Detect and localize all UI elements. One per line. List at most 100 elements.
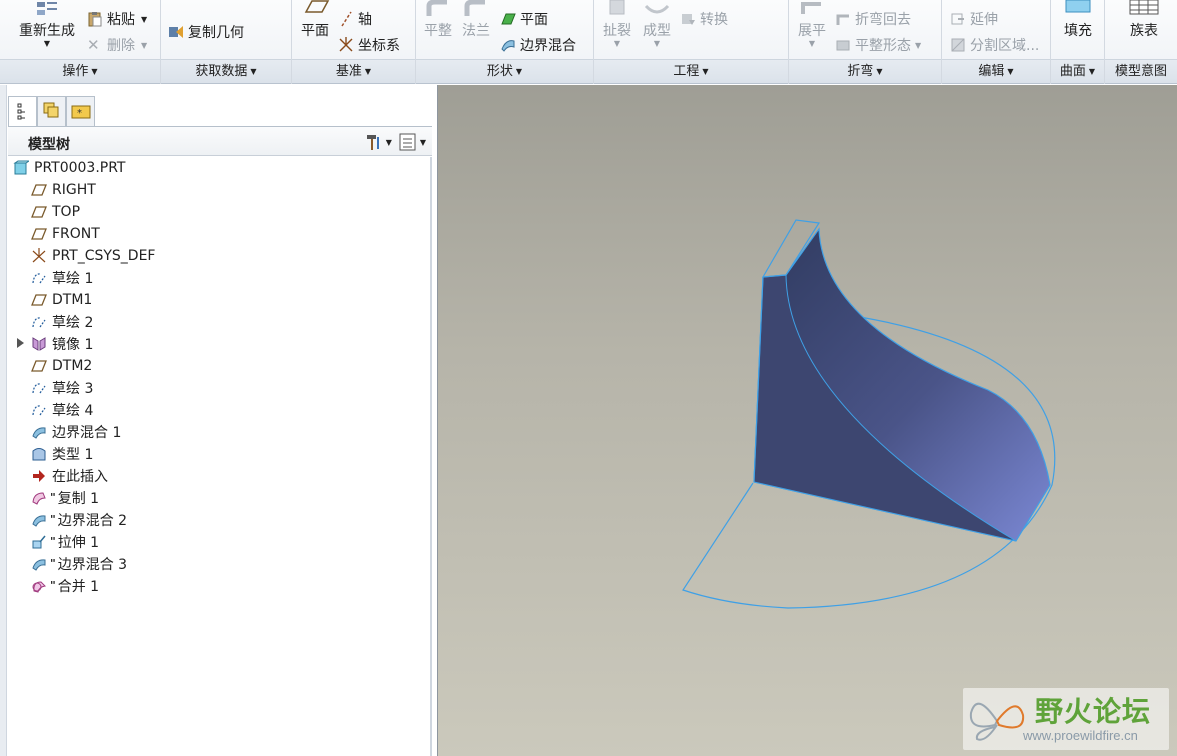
graphics-viewport[interactable]: 野火论坛 www.proewildfire.cn xyxy=(437,85,1177,756)
paste-button[interactable]: 粘贴 ▼ xyxy=(87,9,147,29)
group-label-engineering[interactable]: 工程 ▼ xyxy=(594,59,788,83)
group-operations: 重新生成 ▼ 粘贴 ▼ ✕ 删除 ▼ 操作 ▼ xyxy=(0,0,161,84)
tree-item[interactable]: " 拉伸 1 xyxy=(8,531,430,553)
tree-item[interactable]: 草绘 3 xyxy=(8,377,430,399)
tree-item[interactable]: " 合并 1 xyxy=(8,575,430,597)
tree-item[interactable]: " 边界混合 2 xyxy=(8,509,430,531)
paste-label: 粘贴 xyxy=(107,12,135,28)
tree-item[interactable]: FRONT xyxy=(8,223,430,245)
rip-button[interactable]: 扯裂 ▼ xyxy=(598,0,636,48)
tree-item[interactable]: DTM1 xyxy=(8,289,430,311)
group-engineering: 扯裂 ▼ 成型 ▼ 转换 工程 ▼ xyxy=(594,0,789,84)
regenerate-icon xyxy=(33,0,61,20)
tree-item[interactable]: 边界混合 1 xyxy=(8,421,430,443)
copy-geometry-button[interactable]: 复制几何 xyxy=(168,22,244,42)
family-table-icon xyxy=(1119,0,1169,20)
group-label-bend[interactable]: 折弯 ▼ xyxy=(789,59,941,83)
model-tree: PRT0003.PRT RIGHT TOP FRONT PRT_CSYS_DEF 草绘 1… xyxy=(8,157,430,597)
tree-item[interactable]: " 复制 1 xyxy=(8,487,430,509)
group-label-shapes[interactable]: 形状 ▼ xyxy=(416,59,593,83)
tree-item[interactable]: " 边界混合 3 xyxy=(8,553,430,575)
bend-back-button[interactable]: 折弯回去 xyxy=(835,9,911,29)
tree-item-label: 在此插入 xyxy=(52,469,108,485)
boundary-blend-button[interactable]: 边界混合 xyxy=(500,35,576,55)
bend-back-icon xyxy=(835,11,851,27)
chevron-down-icon: ▼ xyxy=(915,40,922,50)
regenerate-button[interactable]: 重新生成 ▼ xyxy=(12,0,82,48)
group-label-operations[interactable]: 操作 ▼ xyxy=(0,59,160,83)
tree-item[interactable]: 在此插入 xyxy=(8,465,430,487)
tree-item-label: 草绘 3 xyxy=(52,381,94,397)
group-label-edit[interactable]: 编辑 ▼ xyxy=(942,59,1050,83)
tab-layers[interactable] xyxy=(37,96,66,126)
shape-plane-button[interactable]: 平面 xyxy=(500,9,548,29)
flatten-form-icon xyxy=(835,37,851,53)
item-flag: " xyxy=(50,557,56,570)
panel-splitter[interactable] xyxy=(430,157,432,756)
tree-show-button[interactable] xyxy=(398,132,418,152)
group-surface: 填充 曲面 ▼ xyxy=(1051,0,1105,84)
group-label-surface[interactable]: 曲面 ▼ xyxy=(1051,59,1104,83)
chevron-down-icon[interactable]: ▼ xyxy=(420,138,426,147)
flat-wall-icon xyxy=(420,0,456,20)
tree-item[interactable]: TOP xyxy=(8,201,430,223)
extend-button[interactable]: 延伸 xyxy=(950,9,998,29)
tree-item[interactable]: RIGHT xyxy=(8,179,430,201)
bend-back-label: 折弯回去 xyxy=(855,12,911,28)
split-area-icon xyxy=(950,37,966,53)
convert-button[interactable]: 转换 xyxy=(680,9,728,29)
extend-label: 延伸 xyxy=(970,12,998,28)
model-geometry[interactable] xyxy=(438,85,1177,756)
tree-item[interactable]: PRT_CSYS_DEF xyxy=(8,245,430,267)
chevron-down-icon: ▼ xyxy=(515,67,523,76)
flange-wall-button[interactable]: 法兰 xyxy=(458,0,494,40)
group-label-text: 基准 xyxy=(335,64,362,79)
tree-item-label: PRT0003.PRT xyxy=(34,160,126,176)
group-get-data: 复制几何 获取数据 ▼ xyxy=(161,0,292,84)
tree-item[interactable]: DTM2 xyxy=(8,355,430,377)
group-label-text: 工程 xyxy=(673,64,700,79)
family-table-button[interactable]: 族表 xyxy=(1119,0,1169,40)
group-label-datum[interactable]: 基准 ▼ xyxy=(292,59,415,83)
tab-favorites[interactable]: * xyxy=(66,96,95,126)
chevron-down-icon[interactable]: ▼ xyxy=(386,138,392,147)
flat-wall-button[interactable]: 平整 xyxy=(420,0,456,40)
fill-label: 填充 xyxy=(1064,23,1092,39)
delete-button[interactable]: ✕ 删除 ▼ xyxy=(87,35,147,55)
expand-arrow-icon[interactable] xyxy=(17,338,24,348)
surface-plane-icon xyxy=(500,11,516,27)
axis-icon xyxy=(338,11,354,27)
axis-button[interactable]: 轴 xyxy=(338,9,372,29)
form-button[interactable]: 成型 ▼ xyxy=(638,0,676,48)
copy-geometry-icon xyxy=(168,24,184,40)
flatten-form-button[interactable]: 平整形态 ▼ xyxy=(835,35,921,55)
boundary-blend-label: 边界混合 xyxy=(520,38,576,54)
tree-item-label: 草绘 2 xyxy=(52,315,94,331)
tree-item[interactable]: PRT0003.PRT xyxy=(8,157,430,179)
copy-icon xyxy=(31,490,47,506)
group-label-get-data[interactable]: 获取数据 ▼ xyxy=(161,59,291,83)
split-area-button[interactable]: 分割区域... xyxy=(950,35,1039,55)
tree-item[interactable]: 镜像 1 xyxy=(8,333,430,355)
datum-plane-button[interactable]: 平面 xyxy=(298,0,332,40)
datum-plane-icon xyxy=(31,358,47,374)
tree-item-label: FRONT xyxy=(52,226,100,242)
shape-plane-label: 平面 xyxy=(520,12,548,28)
layers-icon xyxy=(43,102,59,118)
group-label-text: 折弯 xyxy=(847,64,874,79)
unbend-button[interactable]: 展平 ▼ xyxy=(793,0,831,48)
group-label-text: 曲面 xyxy=(1059,64,1086,79)
rip-label: 扯裂 xyxy=(603,23,631,39)
tab-model-tree[interactable] xyxy=(8,96,37,127)
group-label-model-intent[interactable]: 模型意图 xyxy=(1105,59,1177,83)
tree-item[interactable]: 草绘 2 xyxy=(8,311,430,333)
fill-button[interactable]: 填充 xyxy=(1055,0,1101,40)
chevron-down-icon: ▼ xyxy=(702,67,709,76)
tree-item-label: 镜像 1 xyxy=(52,337,94,353)
tree-item[interactable]: 类型 1 xyxy=(8,443,430,465)
csys-button[interactable]: 坐标系 xyxy=(338,35,400,55)
tree-item[interactable]: 草绘 1 xyxy=(8,267,430,289)
item-flag: " xyxy=(50,491,56,504)
tree-settings-button[interactable] xyxy=(364,132,384,152)
tree-item[interactable]: 草绘 4 xyxy=(8,399,430,421)
